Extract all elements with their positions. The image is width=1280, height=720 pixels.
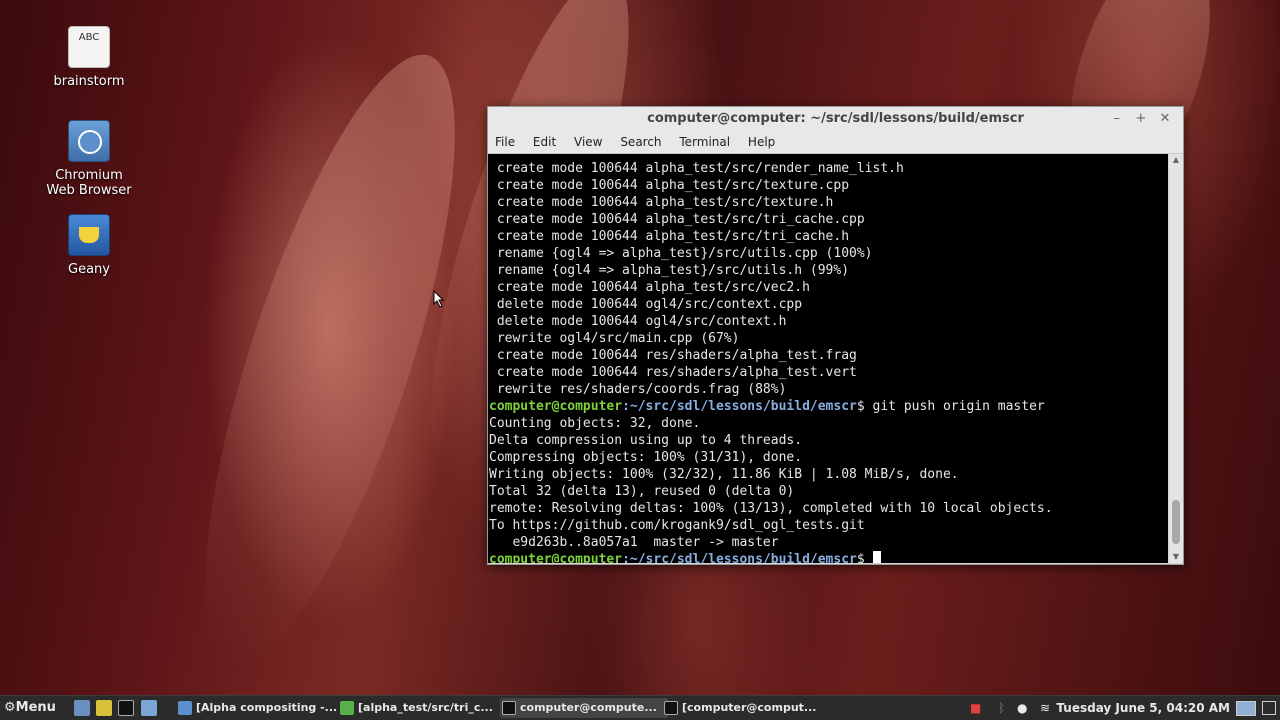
scroll-down-icon[interactable]: ▼ — [1169, 551, 1183, 563]
mouse-pointer-icon — [433, 290, 445, 308]
task-label: [Alpha compositing -... — [196, 701, 338, 714]
terminal-scrollbar[interactable]: ▲ ▼ — [1169, 154, 1183, 563]
task-alpha-compositing[interactable]: [Alpha compositing -... — [176, 698, 344, 718]
terminal-line: create mode 100644 alpha_test/src/vec2.h — [489, 280, 810, 295]
document-icon: ABC — [68, 26, 110, 68]
prompt-symbol: $ — [856, 552, 873, 563]
terminal-line: Delta compression using up to 4 threads. — [489, 433, 803, 448]
folder-launcher-icon[interactable] — [141, 700, 157, 716]
terminal-command: git push origin master — [872, 399, 1045, 414]
terminal-line: rewrite ogl4/src/main.cpp (67%) — [489, 331, 740, 346]
terminal-icon — [502, 701, 516, 715]
desktop-icon-label: brainstorm — [53, 74, 125, 89]
wifi-icon[interactable]: ≋ — [1040, 696, 1050, 720]
geany-launcher-icon[interactable] — [96, 700, 112, 716]
task-label: computer@compute... — [520, 701, 657, 714]
desktop-icon-brainstorm[interactable]: ABC brainstorm — [34, 26, 144, 89]
terminal-line: Counting objects: 32, done. — [489, 416, 701, 431]
gear-icon: ⚙ — [4, 700, 16, 715]
wallpaper-streak — [155, 30, 505, 690]
menu-search[interactable]: Search — [620, 135, 661, 149]
screen-icon[interactable] — [1262, 701, 1276, 715]
menu-button-label: Menu — [15, 700, 56, 715]
menu-edit[interactable]: Edit — [533, 135, 556, 149]
terminal-line: rename {ogl4 => alpha_test}/src/utils.h … — [489, 263, 850, 278]
desktop-icon-label: Geany — [68, 262, 110, 277]
user-icon[interactable]: ● — [1017, 696, 1027, 720]
chromium-icon — [68, 120, 110, 162]
window-title: computer@computer: ~/src/sdl/lessons/bui… — [647, 111, 1024, 126]
task-terminal-active[interactable]: computer@compute... — [500, 698, 668, 718]
geany-icon — [68, 214, 110, 256]
prompt-path: :~/src/sdl/lessons/build/emscr — [622, 399, 857, 414]
terminal-cursor — [872, 551, 881, 563]
terminal-line: Writing objects: 100% (32/32), 11.86 KiB… — [489, 467, 959, 482]
task-geany-tri-cache[interactable]: [alpha_test/src/tri_c... — [338, 698, 506, 718]
scroll-up-icon[interactable]: ▲ — [1169, 154, 1183, 166]
terminal-line: create mode 100644 alpha_test/src/tri_ca… — [489, 212, 865, 227]
terminal-launcher-icon[interactable] — [118, 700, 134, 716]
terminal-line: To https://github.com/krogank9/sdl_ogl_t… — [489, 518, 865, 533]
show-desktop-icon[interactable] — [74, 700, 90, 716]
record-icon[interactable]: ■ — [970, 696, 981, 720]
minimize-icon[interactable]: – — [1107, 107, 1127, 131]
terminal-line: Total 32 (delta 13), reused 0 (delta 0) — [489, 484, 795, 499]
desktop-icon-label: Chromium Web Browser — [46, 168, 132, 198]
terminal-line: e9d263b..8a057a1 master -> master — [489, 535, 779, 550]
prompt-user: computer@computer — [489, 399, 623, 414]
menu-file[interactable]: File — [495, 135, 515, 149]
window-titlebar[interactable]: computer@computer: ~/src/sdl/lessons/bui… — [488, 107, 1183, 131]
terminal-line: Compressing objects: 100% (31/31), done. — [489, 450, 803, 465]
task-label: [alpha_test/src/tri_c... — [358, 701, 493, 714]
terminal-output[interactable]: create mode 100644 alpha_test/src/render… — [488, 154, 1168, 563]
terminal-line: create mode 100644 alpha_test/src/render… — [489, 161, 904, 176]
terminal-line: delete mode 100644 ogl4/src/context.cpp — [489, 297, 803, 312]
close-icon[interactable]: ✕ — [1155, 107, 1175, 131]
geany-icon — [340, 701, 354, 715]
terminal-line: create mode 100644 res/shaders/alpha_tes… — [489, 365, 857, 380]
bluetooth-icon[interactable]: ᛒ — [998, 696, 1005, 720]
menu-button[interactable]: ⚙Menu — [4, 696, 56, 720]
workspace-switcher-icon[interactable] — [1236, 701, 1256, 716]
terminal-line: create mode 100644 alpha_test/src/textur… — [489, 195, 834, 210]
task-terminal[interactable]: [computer@comput... — [662, 698, 830, 718]
prompt-path: :~/src/sdl/lessons/build/emscr — [622, 552, 857, 563]
menu-help[interactable]: Help — [748, 135, 775, 149]
task-label: [computer@comput... — [682, 701, 817, 714]
terminal-line: rewrite res/shaders/coords.frag (88%) — [489, 382, 787, 397]
terminal-line: create mode 100644 alpha_test/src/textur… — [489, 178, 850, 193]
prompt-symbol: $ — [856, 399, 873, 414]
maximize-icon[interactable]: + — [1131, 107, 1151, 131]
menu-terminal[interactable]: Terminal — [679, 135, 730, 149]
taskbar: ⚙Menu [Alpha compositing -... [alpha_tes… — [0, 695, 1280, 720]
terminal-line: rename {ogl4 => alpha_test}/src/utils.cp… — [489, 246, 873, 261]
terminal-line: remote: Resolving deltas: 100% (13/13), … — [489, 501, 1053, 516]
clock[interactable]: Tuesday June 5, 04:20 AM — [1056, 696, 1230, 720]
terminal-window[interactable]: computer@computer: ~/src/sdl/lessons/bui… — [487, 106, 1184, 565]
terminal-line: delete mode 100644 ogl4/src/context.h — [489, 314, 787, 329]
terminal-menubar: File Edit View Search Terminal Help — [488, 131, 1183, 154]
prompt-user: computer@computer — [489, 552, 623, 563]
terminal-icon — [664, 701, 678, 715]
terminal-line: create mode 100644 alpha_test/src/tri_ca… — [489, 229, 850, 244]
desktop-icon-geany[interactable]: Geany — [34, 214, 144, 277]
chromium-icon — [178, 701, 192, 715]
scrollbar-thumb[interactable] — [1172, 500, 1180, 544]
desktop-icon-chromium[interactable]: Chromium Web Browser — [34, 120, 144, 198]
menu-view[interactable]: View — [574, 135, 602, 149]
terminal-line: create mode 100644 res/shaders/alpha_tes… — [489, 348, 857, 363]
